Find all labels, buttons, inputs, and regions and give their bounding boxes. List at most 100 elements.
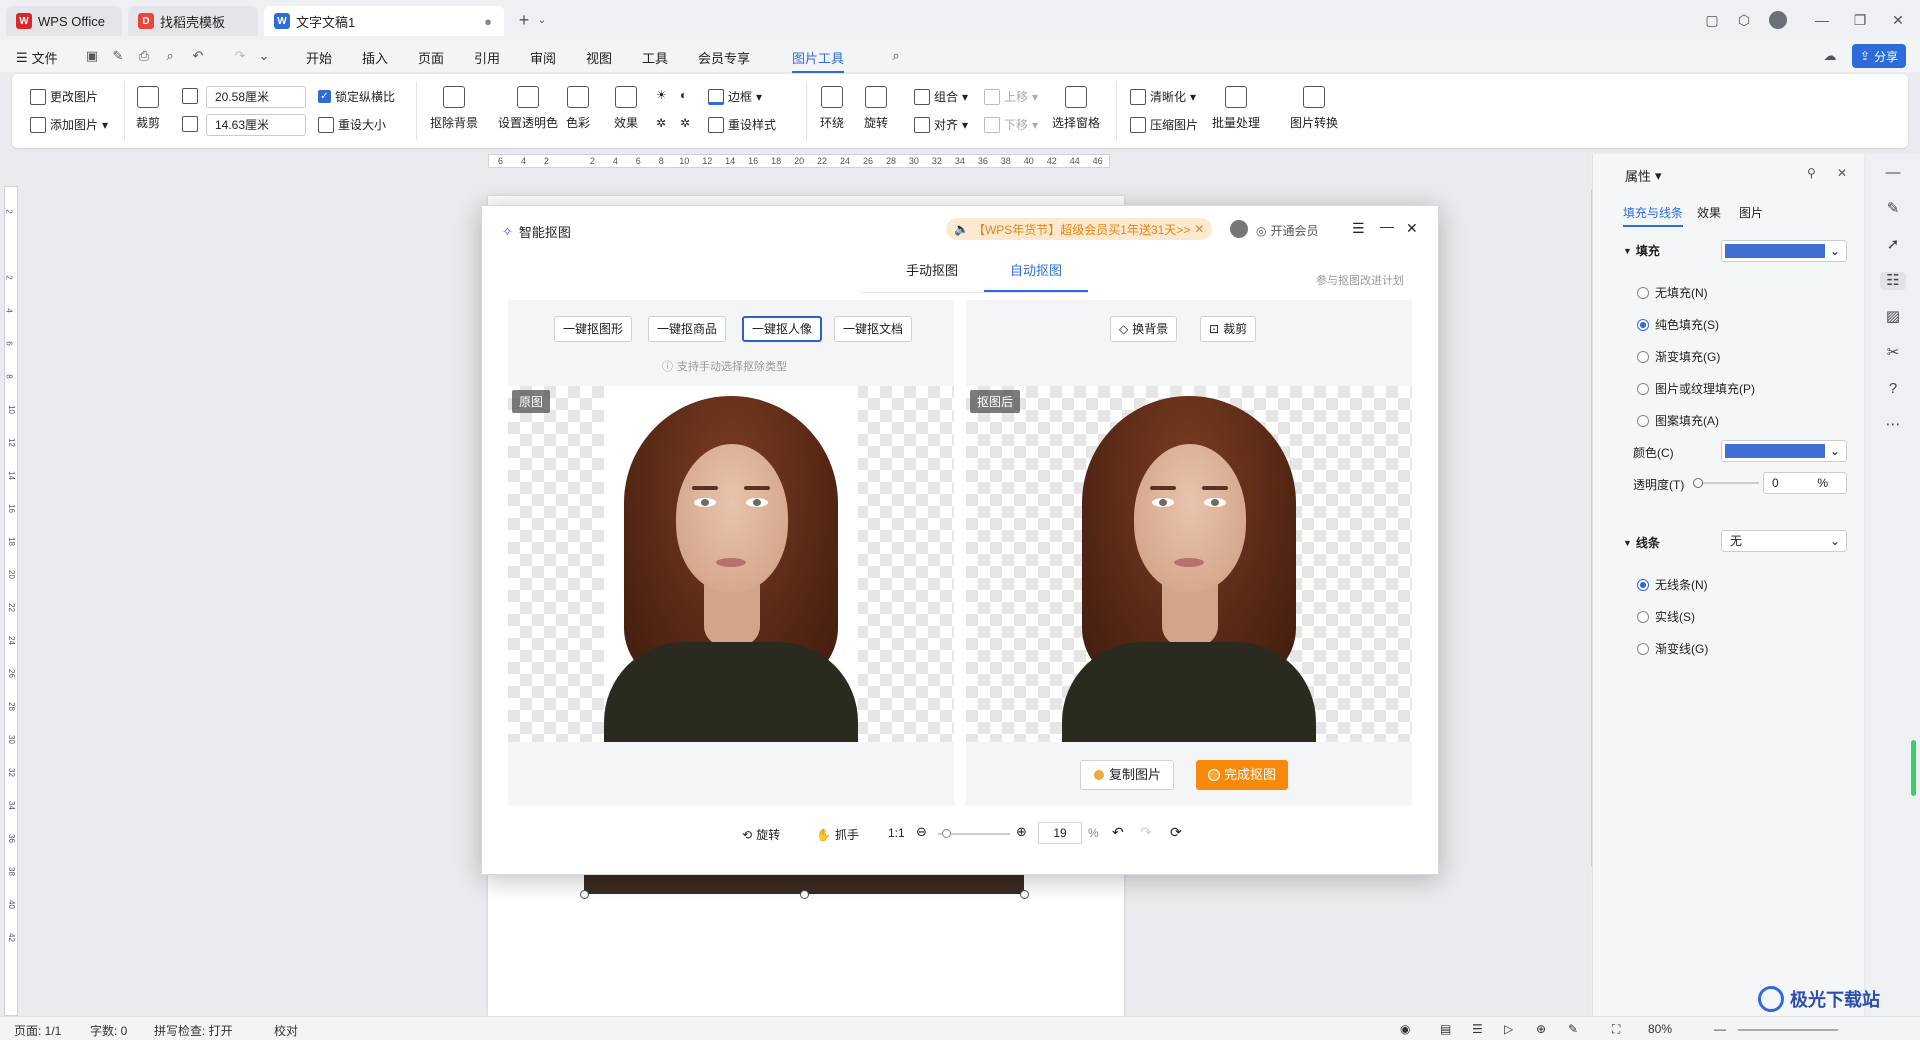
- move-down-button[interactable]: 下移 ▾: [984, 116, 1038, 133]
- color-dropdown[interactable]: ⌄: [1721, 440, 1847, 462]
- settings-sliders-icon[interactable]: ☷: [1880, 272, 1906, 290]
- menu-tools[interactable]: 工具: [642, 48, 668, 67]
- pen-mode-icon[interactable]: ✎: [1568, 1022, 1578, 1036]
- share-button[interactable]: ⇪ 分享: [1852, 44, 1907, 68]
- improve-plan-link[interactable]: 参与抠图改进计划: [1316, 272, 1404, 288]
- group-button[interactable]: 组合 ▾: [914, 88, 968, 105]
- tools-icon[interactable]: ✂: [1884, 344, 1902, 362]
- tab-fill-and-line[interactable]: 填充与线条: [1623, 204, 1684, 227]
- format-painter-icon[interactable]: ✎: [110, 48, 126, 64]
- proofread[interactable]: 校对: [274, 1022, 298, 1039]
- panel-title[interactable]: 属性 ▾: [1625, 166, 1662, 185]
- zoom-in-icon[interactable]: ⊕: [1016, 824, 1027, 840]
- promo-banner[interactable]: 🔈 【WPS年货节】超级会员买1年送31天>> ✕: [946, 218, 1213, 240]
- spell-check[interactable]: 拼写检查: 打开: [154, 1022, 233, 1039]
- one-click-shape[interactable]: 一键抠图形: [554, 316, 633, 342]
- sharpen-button[interactable]: 清晰化 ▾: [1130, 88, 1196, 105]
- effects-button[interactable]: 效果: [614, 86, 638, 131]
- move-up-button[interactable]: 上移 ▾: [984, 88, 1038, 105]
- remove-background-button[interactable]: 抠除背景: [430, 86, 478, 131]
- slider-handle[interactable]: [1693, 478, 1703, 488]
- redo-icon[interactable]: ↷: [232, 48, 248, 64]
- selection-pane-button[interactable]: 选择窗格: [1052, 86, 1100, 131]
- zoom-out-icon[interactable]: —: [1714, 1022, 1726, 1036]
- finish-cutout-button[interactable]: 完成抠图: [1196, 760, 1289, 790]
- zoom-out-icon[interactable]: ⊖: [916, 824, 927, 840]
- avatar[interactable]: [1766, 8, 1790, 32]
- fit-page-icon[interactable]: ⛶: [1612, 1022, 1620, 1037]
- menu-references[interactable]: 引用: [474, 48, 500, 67]
- redo-icon[interactable]: ↷: [1140, 824, 1152, 841]
- radio-solid-fill[interactable]: 纯色填充(S): [1637, 316, 1719, 333]
- width-input[interactable]: 20.58厘米: [206, 86, 306, 108]
- menu-home[interactable]: 开始: [306, 48, 332, 67]
- tab-picture[interactable]: 图片: [1739, 204, 1763, 221]
- line-section-header[interactable]: ▼ 线条: [1623, 534, 1660, 551]
- picture-convert-button[interactable]: 图片转换: [1290, 86, 1338, 131]
- transparency-slider[interactable]: [1693, 478, 1759, 488]
- more-icon[interactable]: ⋯: [1884, 416, 1902, 434]
- tab-manual-cutout[interactable]: 手动抠图: [880, 260, 984, 292]
- fill-section-header[interactable]: ▼ 填充: [1623, 242, 1660, 259]
- window-icon[interactable]: ▢: [1700, 8, 1724, 32]
- word-count[interactable]: 字数: 0: [90, 1022, 127, 1039]
- compress-picture-button[interactable]: 压缩图片: [1130, 116, 1198, 133]
- customize-chevron-icon[interactable]: ⌄: [256, 48, 272, 64]
- brightness-down-icon[interactable]: ✲: [656, 116, 666, 130]
- zoom-slider-handle[interactable]: [942, 829, 951, 838]
- open-member-button[interactable]: ◎ 开通会员: [1256, 222, 1319, 239]
- print-icon[interactable]: ⎙: [136, 48, 152, 64]
- align-button[interactable]: 对齐 ▾: [914, 116, 968, 133]
- tab-document-1[interactable]: W 文字文稿1 ●: [264, 6, 504, 36]
- outline-view-icon[interactable]: ☰: [1472, 1022, 1483, 1036]
- add-picture-button[interactable]: 添加图片 ▾: [30, 116, 108, 133]
- transparency-input[interactable]: 0%: [1763, 472, 1847, 494]
- actual-size-button[interactable]: 1:1: [888, 826, 905, 840]
- resize-handle[interactable]: [1020, 890, 1029, 899]
- crop-button[interactable]: 裁剪: [136, 86, 160, 131]
- avatar[interactable]: [1230, 220, 1248, 238]
- save-icon[interactable]: ▣: [84, 48, 100, 64]
- rotate-button[interactable]: 旋转: [864, 86, 888, 131]
- file-menu[interactable]: ☰ 文件: [16, 48, 58, 67]
- menu-view[interactable]: 视图: [586, 48, 612, 67]
- radio-solid-line[interactable]: 实线(S): [1637, 608, 1695, 625]
- reset-size-button[interactable]: 重设大小: [318, 116, 386, 133]
- radio-picture-fill[interactable]: 图片或纹理填充(P): [1637, 380, 1755, 397]
- height-input[interactable]: 14.63厘米: [206, 114, 306, 136]
- pin-icon[interactable]: ⚲: [1807, 166, 1816, 180]
- copy-image-button[interactable]: 复制图片: [1080, 760, 1175, 790]
- tab-wps-office[interactable]: W WPS Office: [6, 6, 122, 36]
- menu-picture-tools[interactable]: 图片工具: [792, 48, 845, 73]
- radio-pattern-fill[interactable]: 图案填充(A): [1637, 412, 1719, 429]
- minimize-icon[interactable]: —: [1380, 218, 1394, 234]
- search-icon[interactable]: ⌕: [888, 48, 904, 64]
- crop-button[interactable]: ⊡ 裁剪: [1200, 316, 1257, 342]
- undo-icon[interactable]: ↶: [190, 48, 206, 64]
- print-preview-icon[interactable]: ⌕: [162, 48, 178, 64]
- brightness-up-icon[interactable]: ☀: [656, 88, 667, 102]
- radio-gradient-fill[interactable]: 渐变填充(G): [1637, 348, 1720, 365]
- page-view-icon[interactable]: ▤: [1440, 1022, 1451, 1036]
- picture-edit-icon[interactable]: ▨: [1884, 308, 1902, 326]
- undo-icon[interactable]: ↶: [1112, 824, 1124, 841]
- one-click-portrait[interactable]: 一键抠人像: [742, 316, 823, 342]
- one-click-product[interactable]: 一键抠商品: [648, 316, 727, 342]
- page-count[interactable]: 页面: 1/1: [14, 1022, 61, 1039]
- tab-close-dot-icon[interactable]: ●: [484, 14, 492, 29]
- vertical-ruler[interactable]: 2 2 4 6 8 10 12 14 16 18 20 22 24 26 28 30 32 34 36 38 40 42: [4, 186, 18, 1016]
- batch-process-button[interactable]: 批量处理: [1212, 86, 1260, 131]
- rotate-tool[interactable]: ⟲ 旋转: [742, 826, 780, 843]
- reset-icon[interactable]: ⟳: [1170, 824, 1182, 841]
- set-transparent-color-button[interactable]: 设置透明色: [498, 86, 558, 131]
- tab-auto-cutout[interactable]: 自动抠图: [984, 260, 1088, 292]
- radio-no-fill[interactable]: 无填充(N): [1637, 284, 1708, 301]
- change-background-button[interactable]: ◇ 换背景: [1110, 316, 1178, 342]
- color-button[interactable]: 色彩: [566, 86, 590, 131]
- help-icon[interactable]: ?: [1884, 380, 1902, 398]
- zoom-slider[interactable]: [938, 829, 1010, 838]
- tab-effects[interactable]: 效果: [1697, 204, 1721, 221]
- change-picture-button[interactable]: 更改图片: [30, 88, 98, 105]
- radio-no-line[interactable]: 无线条(N): [1637, 576, 1708, 593]
- menu-insert[interactable]: 插入: [362, 48, 388, 67]
